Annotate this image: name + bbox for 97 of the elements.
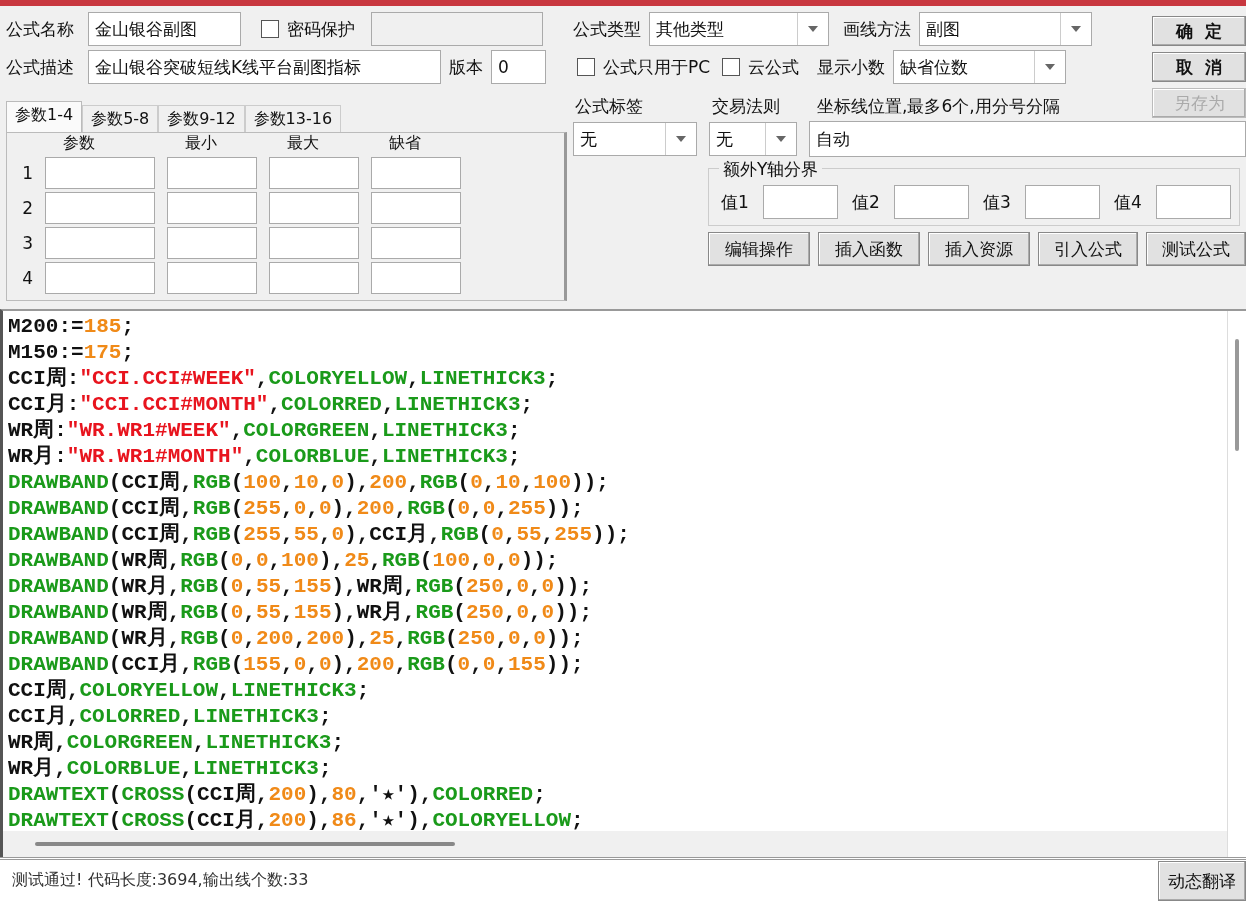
description-field[interactable]: 金山银谷突破短线K线平台副图指标 [88,50,441,84]
translate-button[interactable]: 动态翻译 [1158,861,1246,901]
param-field[interactable] [371,262,461,294]
param-field[interactable] [167,262,257,294]
code-line: DRAWBAND(CCI周,RGB(100,10,0),200,RGB(0,10,100)); [8,470,610,496]
param-field[interactable] [269,192,359,224]
param-tab[interactable]: 参数9-12 [158,105,245,132]
axis-lines-field[interactable]: 自动 [809,121,1246,157]
param-tab[interactable]: 参数13-16 [244,105,342,132]
code-line: CCI周:"CCI.CCI#WEEK",COLORYELLOW,LINETHICK3; [8,366,560,392]
dialog-button[interactable]: 取 消 [1152,52,1246,82]
param-field[interactable] [167,192,257,224]
field-label: 公式类型 [573,17,641,41]
checkbox-label: 公式只用于PC [603,55,711,79]
field-label: 画线方法 [843,17,911,41]
code-line: M200:=185; [8,314,136,340]
param-field[interactable] [371,227,461,259]
code-line: DRAWBAND(WR月,RGB(0,200,200),25,RGB(250,0,0)); [8,626,585,652]
field-label: 值1 [721,190,749,214]
param-tab[interactable]: 参数1-4 [6,101,83,132]
code-line: WR月:"WR.WR1#MONTH",COLORBLUE,LINETHICK3; [8,444,522,470]
param-field[interactable] [269,157,359,189]
field-label: 公式标签 [574,95,644,118]
code-line: DRAWBAND(WR周,RGB(0,0,100),25,RGB(100,0,0)); [8,548,560,574]
caret-icon [808,26,818,32]
column-header: 最大 [286,133,320,154]
action-button[interactable]: 测试公式 [1146,232,1246,266]
code-line: CCI周,COLORYELLOW,LINETHICK3; [8,678,371,704]
caret-icon [776,136,786,142]
param-field[interactable] [371,157,461,189]
field-label: 版本 [449,55,483,79]
field-label: 交易法则 [712,95,781,118]
type-dropdown[interactable]: 其他类型 [649,12,829,46]
group-title: 额外Y轴分界 [719,158,823,181]
code-line: DRAWTEXT(CROSS(CCI月,200),86,'★'),COLORYELLOW; [8,808,585,831]
field-label: 坐标线位置,最多6个,用分号分隔 [817,95,1060,118]
caret-icon [1071,26,1081,32]
row-number: 3 [21,233,33,253]
code-line: DRAWBAND(WR周,RGB(0,55,155),WR月,RGB(250,0,0)); [8,600,594,626]
version-field[interactable]: 0 [491,50,546,84]
field-label: 显示小数 [817,55,886,79]
code-line: DRAWBAND(CCI周,RGB(255,0,0),200,RGB(0,0,255)); [8,496,585,522]
field-label: 值3 [983,190,1011,214]
code-line: WR周:"WR.WR1#WEEK",COLORGREEN,LINETHICK3; [8,418,522,444]
param-field[interactable] [45,192,155,224]
field-label: 值4 [1114,190,1142,214]
value-field[interactable] [1024,185,1100,219]
field-label: 公式描述 [6,55,74,79]
value-field[interactable] [893,185,969,219]
value-field[interactable] [1155,185,1231,219]
value-field[interactable] [762,185,838,219]
checkbox-label: 密码保护 [287,17,355,41]
code-line: WR周,COLORGREEN,LINETHICK3; [8,730,346,756]
param-field[interactable] [167,157,257,189]
code-line: CCI月,COLORRED,LINETHICK3; [8,704,333,730]
action-button[interactable]: 编辑操作 [708,232,810,266]
caret-icon [1045,64,1056,70]
code-line: M150:=175; [8,340,136,366]
param-field[interactable] [269,262,359,294]
action-button[interactable]: 插入资源 [928,232,1030,266]
code-line: DRAWBAND(CCI月,RGB(155,0,0),200,RGB(0,0,155)); [8,652,585,678]
row-number: 4 [21,268,33,288]
code-line: CCI月:"CCI.CCI#MONTH",COLORRED,LINETHICK3; [8,392,535,418]
code-editor[interactable] [0,309,1246,857]
param-field[interactable] [371,192,461,224]
status-message: 测试通过! 代码长度:3694,输出线个数:33 [11,870,310,891]
dialog-button[interactable]: 确 定 [1152,16,1246,46]
decimals-dropdown[interactable]: 缺省位数 [893,50,1067,84]
param-tab[interactable]: 参数5-8 [82,105,159,132]
param-field[interactable] [269,227,359,259]
row-number: 1 [21,163,33,183]
caret-icon [676,136,686,142]
action-button[interactable]: 插入函数 [818,232,920,266]
trade-rule-dropdown[interactable]: 无 [709,122,797,156]
row-number: 2 [21,198,33,218]
param-field[interactable] [45,157,155,189]
action-button[interactable]: 引入公式 [1038,232,1138,266]
checkbox[interactable] [261,20,279,38]
checkbox[interactable] [722,58,741,76]
column-header: 缺省 [388,133,422,154]
name-field[interactable]: 金山银谷副图 [88,12,241,46]
column-header: 最小 [184,133,218,154]
param-field[interactable] [45,262,155,294]
code-line: WR月,COLORBLUE,LINETHICK3; [8,756,333,782]
param-field[interactable] [45,227,155,259]
checkbox-label: 云公式 [748,55,800,79]
horizontal-scrollbar[interactable] [3,831,1227,857]
code-line: DRAWBAND(CCI周,RGB(255,55,0),CCI月,RGB(0,55,255)); [8,522,631,548]
column-header: 参数 [62,133,96,154]
field-label: 公式名称 [6,17,74,41]
code-line: DRAWTEXT(CROSS(CCI周,200),80,'★'),COLORRED; [8,782,547,808]
draw-method-dropdown[interactable]: 副图 [919,12,1092,46]
param-field[interactable] [167,227,257,259]
checkbox[interactable] [577,58,595,76]
code-line: DRAWBAND(WR月,RGB(0,55,155),WR周,RGB(250,0,0)); [8,574,594,600]
field-label: 值2 [852,190,880,214]
tag-dropdown[interactable]: 无 [573,122,697,156]
